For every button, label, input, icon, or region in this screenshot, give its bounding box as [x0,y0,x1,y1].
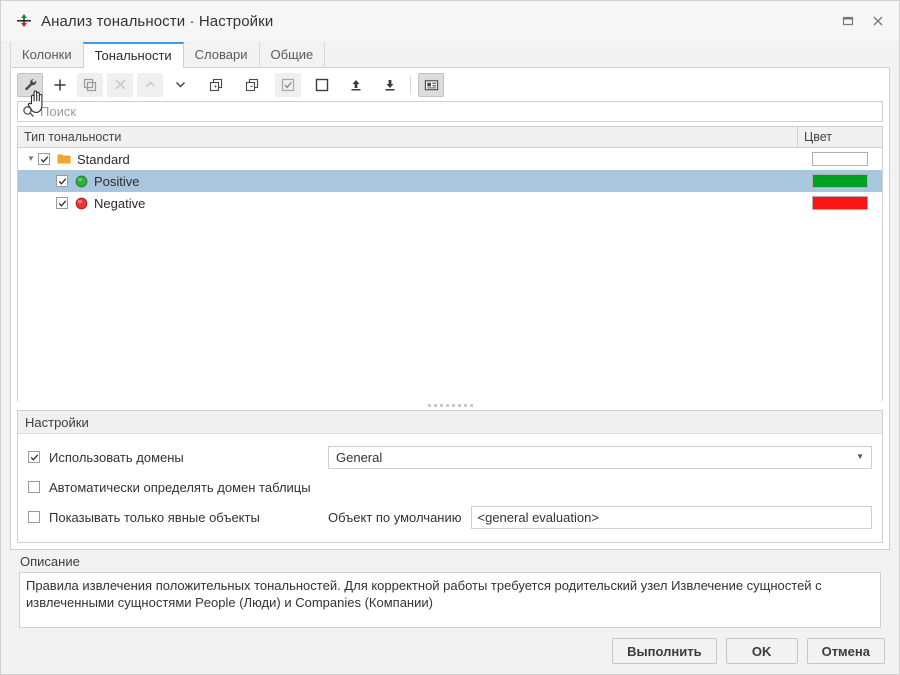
use-domains-label: Использовать домены [49,449,184,465]
folder-icon [57,153,71,165]
title-bar: Анализ тональности · Настройки [1,1,899,41]
cancel-button[interactable]: Отмена [806,638,885,664]
ok-button[interactable]: OK [725,638,798,664]
tree-toolbar [11,68,889,101]
search-input[interactable]: Поиск [17,101,883,122]
close-icon[interactable] [863,7,893,35]
settings-group: Настройки Использовать домены General ▼ [17,410,883,543]
collapse-all-icon[interactable] [239,73,265,97]
color-cell[interactable] [798,148,882,170]
card-view-icon[interactable] [418,72,444,97]
color-swatch[interactable] [812,174,868,188]
plus-icon[interactable] [47,73,73,97]
table-row[interactable]: Positive [18,170,882,192]
panel-splitter[interactable] [11,401,889,410]
window-controls [833,7,893,35]
tree-node-negative[interactable]: Negative [18,192,798,214]
row-checkbox[interactable] [38,153,50,165]
search-placeholder: Поиск [40,104,77,119]
auto-detect-domain-checkbox[interactable]: Автоматически определять домен таблицы [28,480,311,495]
column-header-color[interactable]: Цвет [798,127,882,147]
wrench-icon[interactable] [17,72,43,97]
tree-node-positive[interactable]: Positive [18,170,798,192]
use-domains-checkbox[interactable]: Использовать домены [28,450,328,465]
description-textarea[interactable]: Правила извлечения положительных тональн… [19,572,881,628]
expand-all-icon[interactable] [203,73,229,97]
auto-detect-domain-row: Автоматически определять домен таблицы [28,472,872,502]
tree-node-label: Negative [94,195,146,211]
chevron-down-icon[interactable] [167,73,193,97]
window-title: Анализ тональности · Настройки [41,12,274,30]
settings-body: Использовать домены General ▼ Автоматиче… [18,434,882,542]
row-checkbox[interactable] [56,197,68,209]
toolbar-separator [410,75,411,94]
tree-node-label: Standard [77,151,130,167]
tab-obshchie[interactable]: Общие [258,42,326,68]
column-header-type[interactable]: Тип тональности [18,127,798,147]
show-explicit-only-checkbox[interactable]: Показывать только явные объекты [28,510,328,525]
close-x-icon [107,72,133,97]
copy-icon[interactable] [77,72,103,97]
settings-dialog: Анализ тональности · Настройки Колонки Т… [0,0,900,675]
domain-select-value: General [336,449,383,465]
auto-detect-domain-label: Автоматически определять домен таблицы [49,479,311,495]
export-icon[interactable] [377,73,403,97]
tree-header: Тип тональности Цвет [18,127,882,148]
search-icon [22,105,35,118]
color-cell[interactable] [798,192,882,214]
checkbox-box[interactable] [28,451,40,463]
tab-tonalnosti[interactable]: Тональности [82,42,184,68]
tab-strip: Колонки Тональности Словари Общие [1,41,899,68]
tab-kolonki[interactable]: Колонки [10,42,84,68]
tab-slovari[interactable]: Словари [182,42,260,68]
description-label: Описание [20,554,80,569]
chevron-down-icon[interactable]: ▼ [856,453,864,461]
uncheck-all-icon[interactable] [309,73,335,97]
execute-button[interactable]: Выполнить [612,638,717,664]
table-row[interactable]: ▼ Standard [18,148,882,170]
dialog-footer: Выполнить OK Отмена [1,628,899,674]
default-object-row: Показывать только явные объекты Объект п… [28,502,872,532]
default-object-value: <general evaluation> [477,509,599,525]
search-row: Поиск [11,101,889,126]
checkbox-box[interactable] [28,511,40,523]
tree-node-label: Positive [94,173,140,189]
color-swatch[interactable] [812,196,868,210]
use-domains-row: Использовать домены General ▼ [28,442,872,472]
check-all-icon[interactable] [275,72,301,97]
import-icon[interactable] [343,73,369,97]
color-cell[interactable] [798,170,882,192]
settings-group-title: Настройки [18,411,882,434]
table-row[interactable]: Negative [18,192,882,214]
description-section: Описание Правила извлечения положительны… [10,550,890,628]
sentiment-arrows-icon [15,12,33,30]
color-swatch[interactable] [812,152,868,166]
tree-node-standard[interactable]: ▼ Standard [18,148,798,170]
chevron-down-icon[interactable]: ▼ [24,155,38,163]
chevron-up-icon [137,72,163,97]
splitter-grip-dots [427,404,473,407]
checkbox-box[interactable] [28,481,40,493]
circle-icon [75,175,88,188]
maximize-icon[interactable] [833,7,863,35]
domain-select[interactable]: General ▼ [328,445,872,469]
tree-body: ▼ Standard Positive Negative [18,148,882,401]
tonality-panel: Поиск Тип тональности Цвет ▼ Standard Po… [10,68,890,550]
main-content: Поиск Тип тональности Цвет ▼ Standard Po… [1,68,899,628]
default-object-label: Объект по умолчанию [328,509,462,525]
show-explicit-only-label: Показывать только явные объекты [49,509,260,525]
row-checkbox[interactable] [56,175,68,187]
default-object-input[interactable]: <general evaluation> [470,505,872,529]
circle-icon [75,197,88,210]
tonality-tree: Тип тональности Цвет ▼ Standard Positive… [17,126,883,401]
